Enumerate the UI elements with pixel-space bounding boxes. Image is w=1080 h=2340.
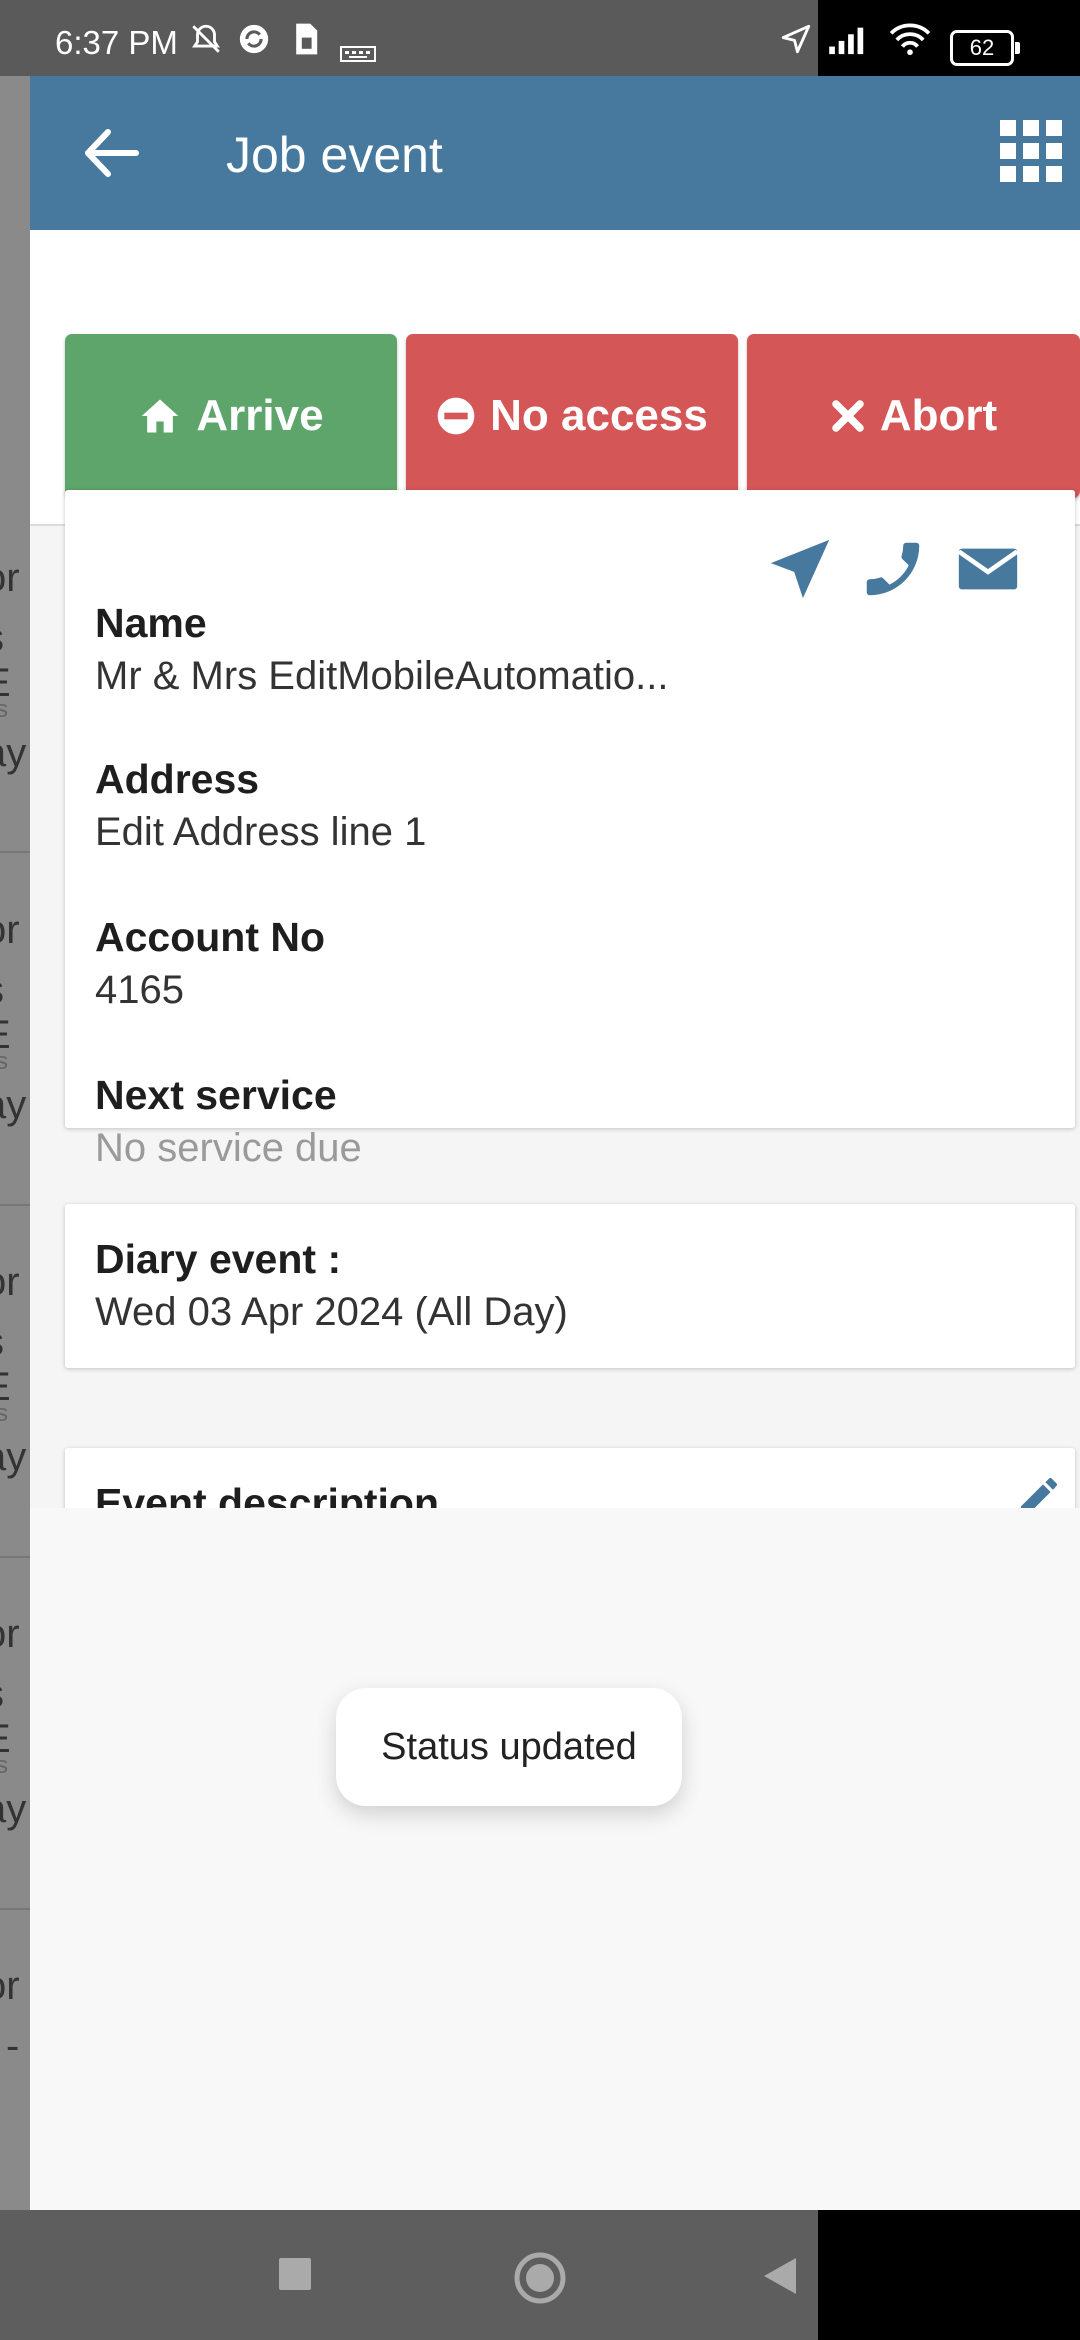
home-icon — [142, 399, 179, 433]
status-time: 6:37 PM — [55, 24, 178, 61]
background-fragment: ay — [0, 1083, 27, 1127]
no-access-label: No access — [490, 391, 708, 440]
navigate-button[interactable] — [765, 534, 835, 604]
arrow-left-icon — [85, 129, 139, 177]
job-event-panel: Job event Arrive No access Abort Name Mr… — [30, 76, 1080, 2210]
email-button[interactable] — [953, 534, 1023, 604]
next-service-label: Next service — [95, 1072, 337, 1118]
background-fragment: ay — [0, 1787, 27, 1831]
background-fragment: ss — [0, 1400, 8, 1427]
background-fragment: ss — [0, 1048, 8, 1075]
sync-icon — [239, 24, 269, 54]
close-icon — [832, 400, 864, 432]
signal-icon — [829, 27, 864, 55]
phone-icon — [866, 542, 920, 596]
arrive-button[interactable]: Arrive — [65, 334, 397, 498]
grid-menu-button[interactable] — [1000, 120, 1062, 182]
app-header: Job event — [30, 76, 1080, 230]
account-label: Account No — [95, 914, 326, 960]
background-fragment: s E — [0, 616, 30, 706]
abort-button[interactable]: Abort — [747, 334, 1080, 498]
action-bar: Arrive No access Abort — [30, 230, 1080, 526]
call-button[interactable] — [858, 534, 928, 604]
location-arrow-icon — [781, 24, 811, 54]
background-fragment: s E — [0, 968, 30, 1058]
wifi-icon — [889, 23, 931, 56]
diary-label: Diary event : — [95, 1236, 342, 1282]
status-bar: 6:37 PM 62 — [0, 0, 1080, 76]
name-value: Mr & Mrs EditMobileAutomatio... — [95, 654, 669, 698]
arrive-label: Arrive — [196, 391, 324, 440]
muted-bell-icon — [192, 24, 220, 53]
name-label: Name — [95, 600, 207, 646]
background-fragment: ss — [0, 1752, 8, 1779]
no-access-button[interactable]: No access — [406, 334, 738, 498]
address-label: Address — [95, 756, 260, 802]
background-fragment: ss — [0, 696, 8, 723]
background-fragment: or — [0, 1964, 20, 2008]
customer-card: Name Mr & Mrs EditMobileAutomatio... Add… — [65, 490, 1075, 1170]
overlay-sheet — [30, 1508, 1080, 2210]
nav-bar — [0, 2210, 1080, 2340]
background-fragment: s E — [0, 1320, 30, 1410]
sim-card-icon — [296, 23, 318, 55]
next-service-value: No service due — [95, 1126, 362, 1170]
home-nav-button[interactable] — [512, 2250, 568, 2306]
background-fragment: ay — [0, 731, 27, 775]
battery-icon: 62 — [950, 30, 1020, 66]
address-value: Edit Address line 1 — [95, 810, 427, 854]
background-fragment: - — [6, 2024, 20, 2068]
background-fragment: or — [0, 908, 20, 952]
back-nav-button[interactable] — [760, 2254, 800, 2298]
no-entry-icon — [437, 397, 475, 435]
toast: Status updated — [336, 1688, 682, 1806]
background-fragment: or — [0, 556, 20, 600]
diary-value: Wed 03 Apr 2024 (All Day) — [95, 1290, 568, 1334]
abort-label: Abort — [879, 391, 998, 440]
back-button[interactable] — [82, 126, 142, 180]
envelope-icon — [957, 548, 1019, 590]
background-fragment: ay — [0, 1435, 27, 1479]
keyboard-icon — [340, 46, 376, 62]
background-fragment: or — [0, 1260, 20, 1304]
recents-button[interactable] — [279, 2258, 311, 2290]
page-title: Job event — [226, 127, 443, 183]
navigation-arrow-icon — [770, 539, 830, 599]
diary-card: Diary event : Wed 03 Apr 2024 (All Day) — [65, 1204, 1075, 1368]
background-fragment: or — [0, 1612, 20, 1656]
background-list: or s E ss ay or s E ss ay or s E ss ay o… — [0, 76, 30, 2210]
account-value: 4165 — [95, 968, 184, 1012]
background-fragment: s E — [0, 1672, 30, 1762]
